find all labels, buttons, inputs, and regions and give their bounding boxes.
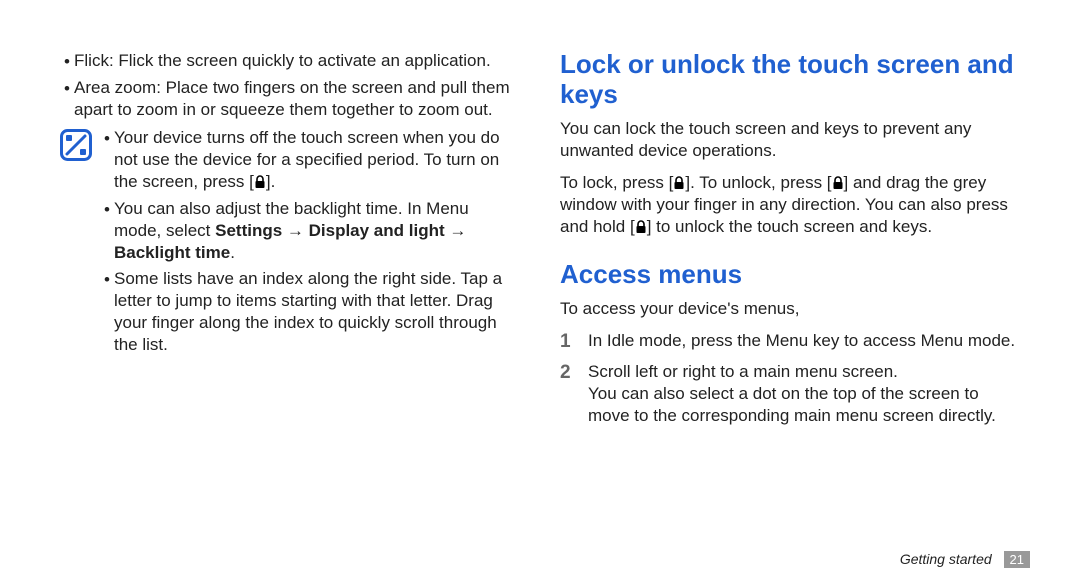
bullet-text: Area zoom: Place two fingers on the scre… [74, 77, 520, 121]
note-item: • Your device turns off the touch screen… [100, 127, 520, 193]
bullet-icon: • [60, 77, 74, 100]
bullet-icon: • [100, 268, 114, 291]
step-number: 1 [560, 330, 588, 355]
step-line: Scroll left or right to a main menu scre… [588, 361, 1020, 383]
step-item: 2 Scroll left or right to a main menu sc… [560, 361, 1020, 427]
paragraph: To lock, press []. To unlock, press [] a… [560, 172, 1020, 238]
paragraph: To access your device's menus, [560, 298, 1020, 320]
page-footer: Getting started 21 [900, 551, 1030, 568]
paragraph: You can lock the touch screen and keys t… [560, 118, 1020, 162]
note-item: • You can also adjust the backlight time… [100, 198, 520, 264]
bullet-icon: • [60, 50, 74, 73]
lock-icon [832, 176, 844, 190]
text-fragment: ]. To unlock, press [ [685, 173, 831, 192]
note-text: Your device turns off the touch screen w… [114, 127, 520, 193]
note-fragment: ]. [266, 172, 275, 191]
left-column: • Flick: Flick the screen quickly to act… [50, 50, 540, 566]
section-heading-access: Access menus [560, 260, 1020, 290]
right-column: Lock or unlock the touch screen and keys… [540, 50, 1030, 566]
note-fragment: . [230, 243, 235, 262]
step-extra: You can also select a dot on the top of … [588, 383, 1020, 427]
lock-icon [254, 175, 266, 189]
bullet-icon: • [100, 127, 114, 150]
lock-icon [635, 220, 647, 234]
step-item: 1 In Idle mode, press the Menu key to ac… [560, 330, 1020, 355]
document-page: • Flick: Flick the screen quickly to act… [0, 0, 1080, 586]
text-fragment: ] to unlock the touch screen and keys. [647, 217, 932, 236]
step-number: 2 [560, 361, 588, 386]
section-heading-lock: Lock or unlock the touch screen and keys [560, 50, 1020, 110]
note-body: • Your device turns off the touch screen… [94, 127, 520, 360]
bullet-item: • Area zoom: Place two fingers on the sc… [60, 77, 520, 121]
step-text: Scroll left or right to a main menu scre… [588, 361, 1020, 427]
footer-label: Getting started [900, 551, 992, 567]
step-text: In Idle mode, press the Menu key to acce… [588, 330, 1020, 352]
note-fragment: Your device turns off the touch screen w… [114, 128, 500, 191]
note-item: • Some lists have an index along the rig… [100, 268, 520, 356]
note-box: • Your device turns off the touch screen… [60, 127, 520, 360]
bullet-item: • Flick: Flick the screen quickly to act… [60, 50, 520, 73]
note-text: Some lists have an index along the right… [114, 268, 520, 356]
bullet-text: Flick: Flick the screen quickly to activ… [74, 50, 520, 72]
bullet-icon: • [100, 198, 114, 221]
text-fragment: To lock, press [ [560, 173, 673, 192]
lock-icon [673, 176, 685, 190]
page-number: 21 [1004, 551, 1030, 568]
note-text: You can also adjust the backlight time. … [114, 198, 520, 264]
note-icon [60, 129, 94, 167]
